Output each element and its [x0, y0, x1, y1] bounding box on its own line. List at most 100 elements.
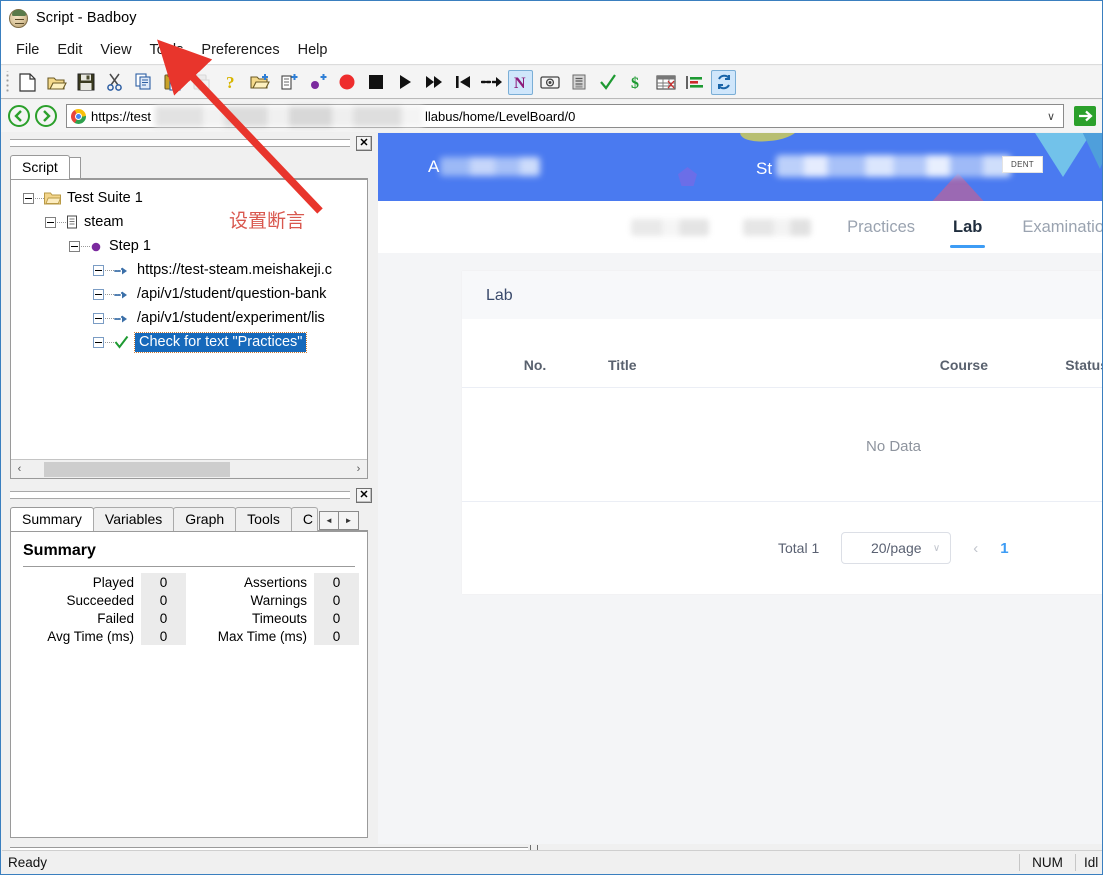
summary-bars-icon[interactable] — [682, 70, 707, 95]
refresh-cycle-icon[interactable] — [711, 69, 736, 95]
copy-icon[interactable] — [131, 70, 156, 95]
stat-label-avg-time: Avg Time (ms) — [47, 628, 134, 644]
summary-stats-grid: Played 0 Assertions 0 Succeeded 0 Warnin… — [11, 573, 367, 645]
play-icon[interactable] — [392, 70, 417, 95]
stat-value-warnings: 0 — [314, 591, 359, 609]
hscroll-left-arrow-icon[interactable]: ‹ — [11, 461, 28, 478]
tab-tools[interactable]: Tools — [235, 507, 292, 531]
open-folder-icon[interactable] — [44, 70, 69, 95]
new-suite-folder-icon[interactable] — [247, 70, 272, 95]
new-test-icon[interactable] — [276, 70, 301, 95]
step-dot-icon — [90, 240, 103, 253]
tree-expander-icon[interactable] — [93, 312, 104, 324]
results-panel-tabs: Summary Variables Graph Tools C ◄ ► — [2, 505, 376, 531]
record-circle-icon[interactable] — [334, 70, 359, 95]
url-input[interactable]: https://test llabus/home/LevelBoard/0 ∨ — [66, 104, 1064, 128]
tree-connector — [57, 221, 66, 223]
tree-node-assertion-check[interactable]: Check for text "Practices" — [17, 330, 367, 354]
stat-label-warnings: Warnings — [250, 592, 307, 608]
script-panel-close-button[interactable]: ✕ — [356, 135, 372, 151]
nav-link-lab[interactable]: Lab — [949, 218, 986, 248]
tree-expander-icon[interactable] — [69, 240, 80, 252]
hscroll-right-arrow-icon[interactable]: › — [350, 461, 367, 478]
results-panel-close-button[interactable]: ✕ — [356, 487, 372, 503]
hscroll-thumb[interactable] — [44, 461, 230, 477]
tree-expander-icon[interactable] — [23, 192, 34, 204]
assertion-check-icon — [114, 335, 129, 349]
tree-expander-icon[interactable] — [45, 216, 56, 228]
menu-preferences[interactable]: Preferences — [192, 39, 288, 61]
camera-icon[interactable] — [537, 70, 562, 95]
menu-help[interactable]: Help — [289, 39, 337, 61]
tab-scroll-left-button[interactable]: ◄ — [318, 511, 339, 530]
tree-node-test-suite[interactable]: Test Suite 1 — [17, 186, 367, 210]
tab-c[interactable]: C — [290, 507, 318, 531]
tree-expander-icon[interactable] — [93, 336, 104, 348]
tree-node-label: Step 1 — [109, 238, 151, 254]
column-header-status: Status — [1065, 357, 1102, 373]
navigator-n-icon[interactable]: N — [508, 69, 533, 95]
tree-node-label: Test Suite 1 — [67, 190, 143, 206]
cut-scissors-icon[interactable] — [102, 70, 127, 95]
lab-card-title: Lab — [462, 271, 1102, 319]
paste-icon[interactable] — [160, 70, 185, 95]
toolbar-grip[interactable] — [4, 71, 11, 93]
tree-expander-icon[interactable] — [93, 288, 104, 300]
nav-link-practices[interactable]: Practices — [847, 218, 915, 237]
save-disk-icon[interactable] — [73, 70, 98, 95]
tree-node-steam[interactable]: steam — [17, 210, 367, 234]
script-tree-hscrollbar[interactable]: ‹ › — [11, 459, 367, 478]
nav-redacted-item-2[interactable] — [743, 218, 812, 236]
step-through-icon[interactable] — [479, 70, 504, 95]
folder-icon — [44, 191, 61, 205]
new-document-icon[interactable] — [15, 70, 40, 95]
go-arrow-icon[interactable] — [1072, 104, 1098, 128]
script-panel-drag-handle[interactable] — [10, 139, 350, 147]
menu-file[interactable]: File — [7, 39, 48, 61]
pagination-page-1[interactable]: 1 — [1000, 540, 1008, 557]
tree-node-label: steam — [84, 214, 124, 230]
tree-connector — [35, 197, 44, 199]
dollar-variable-icon[interactable]: $ — [624, 70, 649, 95]
tree-node-navigate-url[interactable]: https://test-steam.meishakeji.c — [17, 258, 367, 282]
tab-strip-filler — [68, 157, 81, 179]
new-step-icon[interactable] — [305, 70, 330, 95]
summary-heading: Summary — [23, 542, 96, 559]
url-prefix-text: https://test — [91, 108, 151, 124]
tree-node-step-1[interactable]: Step 1 — [17, 234, 367, 258]
forward-arrow-icon[interactable] — [34, 104, 58, 128]
stop-square-icon[interactable] — [363, 70, 388, 95]
play-fast-icon[interactable] — [421, 70, 446, 95]
chevron-down-icon[interactable]: ∨ — [1047, 110, 1055, 123]
decorative-mauve-triangle — [928, 173, 988, 201]
tree-expander-icon[interactable] — [93, 264, 104, 276]
script-tree-container[interactable]: Test Suite 1 steam Step 1 https://test-s… — [10, 179, 368, 479]
menu-view[interactable]: View — [91, 39, 140, 61]
tab-graph[interactable]: Graph — [173, 507, 237, 531]
back-arrow-icon[interactable] — [7, 104, 31, 128]
tab-variables[interactable]: Variables — [92, 507, 175, 531]
pagination-prev-button[interactable]: ‹ — [973, 540, 978, 557]
script-panel-header: ✕ — [2, 133, 376, 153]
report-icon[interactable] — [566, 70, 591, 95]
menu-tools[interactable]: Tools — [141, 39, 193, 61]
hscroll-track[interactable] — [28, 460, 350, 478]
page-size-select[interactable]: 20/page ∨ — [841, 532, 952, 564]
play-from-start-icon[interactable] — [450, 70, 475, 95]
tree-node-api-experiment-list[interactable]: /api/v1/student/experiment/lis — [17, 306, 367, 330]
nav-link-examination[interactable]: Examinatio — [1022, 218, 1102, 237]
menu-edit[interactable]: Edit — [48, 39, 91, 61]
grid-table-icon[interactable] — [653, 70, 678, 95]
check-tick-icon[interactable] — [595, 70, 620, 95]
tree-node-api-question-bank[interactable]: /api/v1/student/question-bank — [17, 282, 367, 306]
results-panel-drag-handle[interactable] — [10, 491, 350, 499]
tab-summary[interactable]: Summary — [10, 507, 94, 531]
stat-label-max-time: Max Time (ms) — [217, 628, 307, 644]
tab-scroll-right-button[interactable]: ► — [338, 511, 359, 530]
nav-redacted-item-1[interactable] — [631, 218, 710, 236]
site-title-text: St — [756, 159, 773, 178]
help-question-icon[interactable]: ? — [218, 70, 243, 95]
embedded-browser-pane: A St DENT Practices Lab Examinatio Lab N… — [378, 133, 1102, 849]
tab-script[interactable]: Script — [10, 155, 70, 179]
url-redacted-region — [155, 106, 423, 127]
